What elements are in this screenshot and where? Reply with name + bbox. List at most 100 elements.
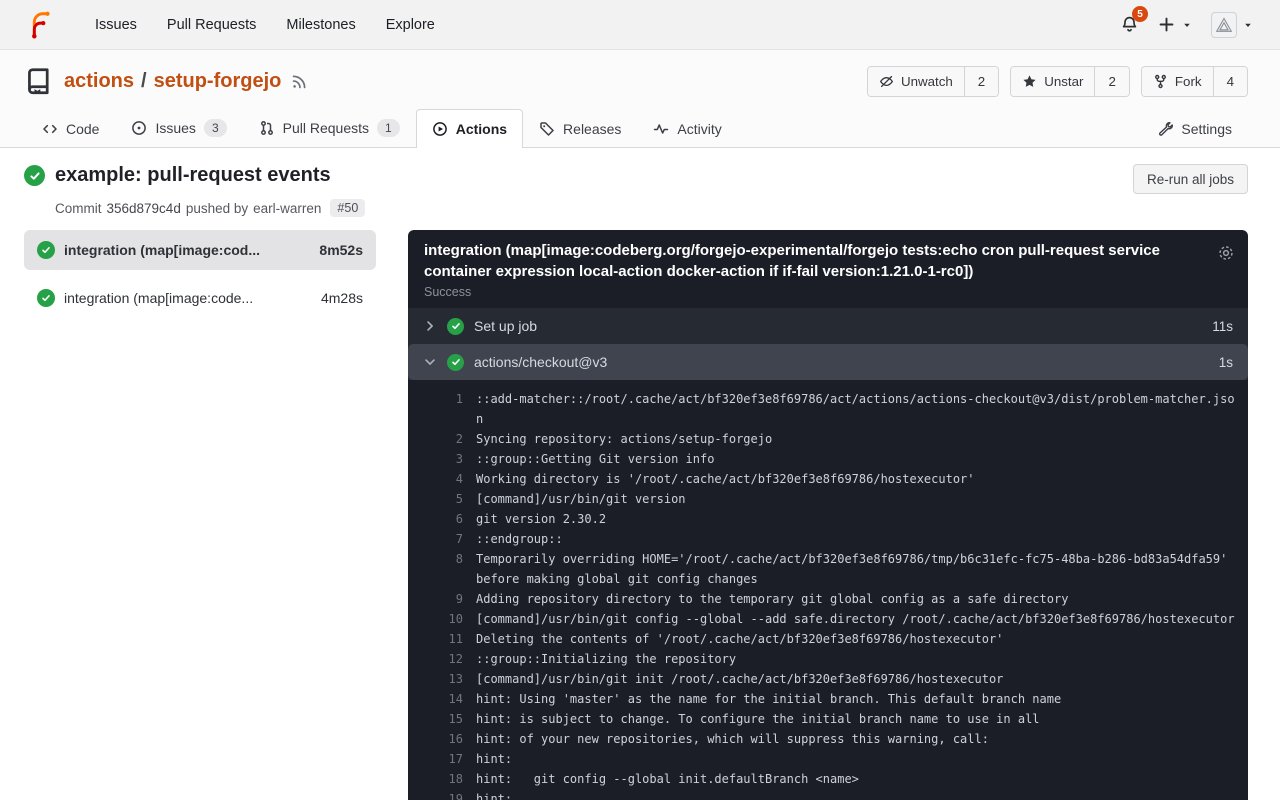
tab-label: Settings	[1181, 121, 1232, 137]
plus-icon	[1157, 15, 1176, 34]
repo-tab[interactable]: Releases	[523, 109, 637, 148]
commit-author-link[interactable]: earl-warren	[253, 201, 321, 216]
log-line-number[interactable]: 10	[423, 609, 463, 629]
log-line-number[interactable]: 3	[423, 449, 463, 469]
log-line-text: Deleting the contents of '/root/.cache/a…	[476, 629, 1003, 649]
step-duration: 1s	[1219, 355, 1233, 370]
log-line: 17 hint:	[423, 749, 1240, 769]
repo-action-button-group: Fork 4	[1141, 66, 1248, 97]
tab-icon	[259, 120, 275, 136]
log-line-number[interactable]: 2	[423, 429, 463, 449]
chevron-down-icon	[1242, 19, 1254, 31]
navbar-link[interactable]: Explore	[371, 9, 450, 41]
tab-icon	[539, 121, 555, 137]
repo-action-label: Unwatch	[901, 74, 953, 89]
commit-sha-link[interactable]: 356d879c4d	[107, 201, 181, 216]
log-line: 3 ::group::Getting Git version info	[423, 449, 1240, 469]
create-new-button[interactable]	[1155, 11, 1195, 38]
log-line-text: hint: is subject to change. To configure…	[476, 709, 1040, 729]
notifications-button[interactable]: 5	[1118, 11, 1141, 38]
log-line: 6 git version 2.30.2	[423, 509, 1240, 529]
gear-icon	[1217, 244, 1235, 262]
repo-action-count[interactable]: 2	[1095, 67, 1128, 96]
log-settings-button[interactable]	[1217, 244, 1235, 262]
log-line-text: [command]/usr/bin/git init /root/.cache/…	[476, 669, 1003, 689]
repo-action-button[interactable]: Unstar	[1011, 67, 1095, 96]
repo-action-icon	[1153, 74, 1168, 89]
log-line-number[interactable]: 19	[423, 789, 463, 800]
repo-owner-link[interactable]: actions	[64, 70, 134, 93]
log-line-text: [command]/usr/bin/git version	[476, 489, 686, 509]
repo-tab[interactable]: Pull Requests 1	[243, 107, 416, 148]
navbar-link[interactable]: Milestones	[271, 9, 370, 41]
repo-tab[interactable]: Issues 3	[115, 107, 242, 148]
job-name: integration (map[image:code...	[64, 290, 312, 306]
tools-icon	[1157, 121, 1173, 137]
rerun-all-jobs-button[interactable]: Re-run all jobs	[1133, 164, 1248, 194]
log-line-number[interactable]: 12	[423, 649, 463, 669]
log-line: 7 ::endgroup::	[423, 529, 1240, 549]
notification-count-badge: 5	[1132, 6, 1148, 22]
repo-header: actions / setup-forgejo Unwatch 2 Unsta	[0, 50, 1280, 148]
tab-label: Actions	[456, 121, 507, 137]
step-row[interactable]: Set up job 11s	[408, 308, 1248, 344]
log-line-text: hint:	[476, 749, 512, 769]
log-line-number[interactable]: 18	[423, 769, 463, 789]
repo-action-button[interactable]: Unwatch	[868, 67, 965, 96]
log-line: 1 ::add-matcher::/root/.cache/act/bf320e…	[423, 389, 1240, 429]
repo-action-count[interactable]: 4	[1214, 67, 1247, 96]
job-list-item[interactable]: integration (map[image:code... 4m28s	[24, 278, 376, 318]
job-success-check-icon	[37, 241, 55, 259]
run-title-row: example: pull-request events	[24, 164, 331, 187]
log-line-text: hint: of your new repositories, which wi…	[476, 729, 989, 749]
repo-tab[interactable]: Activity	[637, 109, 737, 148]
repo-action-button[interactable]: Fork	[1142, 67, 1214, 96]
job-list-item[interactable]: integration (map[image:cod... 8m52s	[24, 230, 376, 270]
log-line-number[interactable]: 4	[423, 469, 463, 489]
tab-label: Activity	[677, 121, 721, 137]
log-line-number[interactable]: 9	[423, 589, 463, 609]
actions-run-page: example: pull-request events Re-run all …	[0, 148, 1280, 800]
log-line-number[interactable]: 5	[423, 489, 463, 509]
log-line-number[interactable]: 16	[423, 729, 463, 749]
log-line: 9 Adding repository directory to the tem…	[423, 589, 1240, 609]
log-line-number[interactable]: 14	[423, 689, 463, 709]
repo-breadcrumb: actions / setup-forgejo	[64, 70, 281, 93]
tab-label: Pull Requests	[283, 120, 369, 136]
log-line: 11 Deleting the contents of '/root/.cach…	[423, 629, 1240, 649]
log-line-number[interactable]: 17	[423, 749, 463, 769]
avatar	[1211, 12, 1237, 38]
repo-tab[interactable]: Actions	[416, 109, 523, 148]
navbar-link[interactable]: Pull Requests	[152, 9, 271, 41]
tab-label: Releases	[563, 121, 621, 137]
log-line-number[interactable]: 8	[423, 549, 463, 589]
log-line-number[interactable]: 15	[423, 709, 463, 729]
repo-tab[interactable]: Code	[26, 109, 115, 148]
navbar-link[interactable]: Issues	[80, 9, 152, 41]
log-line-number[interactable]: 7	[423, 529, 463, 549]
tab-count-badge: 1	[377, 119, 400, 137]
repo-name-link[interactable]: setup-forgejo	[154, 70, 282, 93]
log-line-number[interactable]: 13	[423, 669, 463, 689]
navbar-links: Issues Pull Requests Milestones Explore	[80, 9, 450, 41]
tab-icon	[131, 120, 147, 136]
step-row[interactable]: actions/checkout@v3 1s	[408, 344, 1248, 380]
log-line-number[interactable]: 11	[423, 629, 463, 649]
tab-settings[interactable]: Settings	[1141, 109, 1248, 148]
tab-icon	[432, 121, 448, 137]
log-line: 5 [command]/usr/bin/git version	[423, 489, 1240, 509]
user-menu-button[interactable]	[1209, 8, 1256, 42]
log-line-text: ::group::Initializing the repository	[476, 649, 736, 669]
log-output: 1 ::add-matcher::/root/.cache/act/bf320e…	[408, 380, 1248, 800]
job-success-check-icon	[37, 289, 55, 307]
repo-action-count[interactable]: 2	[965, 67, 998, 96]
log-line-text: hint: git config --global init.defaultBr…	[476, 769, 859, 789]
forgejo-logo[interactable]	[24, 10, 54, 40]
log-line-number[interactable]: 1	[423, 389, 463, 429]
log-line-number[interactable]: 6	[423, 509, 463, 529]
job-name: integration (map[image:cod...	[64, 242, 310, 258]
chevron-down-icon	[1181, 19, 1193, 31]
repo-action-label: Fork	[1175, 74, 1202, 89]
rss-feed-icon[interactable]	[291, 73, 308, 90]
step-name: actions/checkout@v3	[474, 354, 607, 370]
